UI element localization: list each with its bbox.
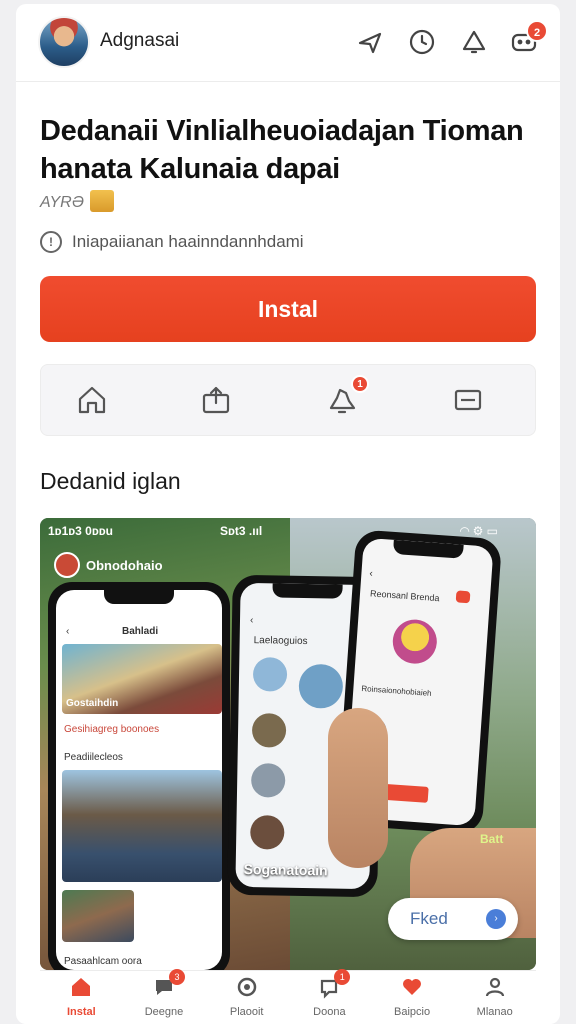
contact-avatar (251, 713, 287, 748)
feed-label: Fked (410, 909, 448, 928)
right-badge: Batt (480, 832, 504, 846)
nav-label: Baipcio (393, 1006, 431, 1018)
profile-photo (391, 618, 439, 666)
action-button (383, 783, 429, 803)
nav-label: Plaooit (229, 1006, 264, 1018)
left-section: Peadiilecleos (64, 752, 123, 763)
screenshot-preview[interactable]: 1ᴅ1ᴅ3 0ᴅᴅu Sᴅt3 .ııl ◠ ⚙ ▭ Obnodohaio ‹ … (40, 518, 536, 970)
phone-left-screen: ‹ Bahladi Gostaihdin Gesihiagreg boonoes… (56, 590, 222, 970)
group-photo (62, 770, 222, 882)
contact-avatar (298, 663, 344, 709)
right-item: Roinsaionohobiaieh (361, 684, 432, 698)
back-icon: ‹ (66, 626, 70, 637)
status-bar-mid: Sᴅt3 .ııl (220, 524, 263, 538)
info-row: ! Iniapaiianan haainndannhdami (40, 230, 304, 254)
status-bar-left: 1ᴅ1ᴅ3 0ᴅᴅu (48, 524, 113, 538)
home-icon[interactable] (75, 383, 109, 417)
left-footer: Pasaahlcam oora (64, 956, 142, 967)
info-icon: ! (40, 231, 62, 253)
mid-tab: Laelaoguios (253, 635, 308, 648)
info-text: Iniapaiianan haainndannhdami (72, 232, 304, 251)
nav-item-chat[interactable]: 3 Deegne (123, 969, 206, 1024)
left-header: Bahladi (122, 626, 159, 637)
notch (392, 539, 464, 559)
left-caption1: Gostaihdin (66, 698, 119, 709)
account-name: Obnodohaio (86, 558, 163, 573)
app-meta: AYRƏ (40, 194, 85, 211)
section-title: Dedanid iglan (40, 468, 181, 494)
left-caption2: Gesihiagreg boonoes (64, 724, 160, 735)
contact-avatar (250, 763, 286, 798)
nav-item-profile[interactable]: Mlanao (453, 971, 536, 1024)
clock-icon[interactable] (408, 28, 436, 56)
wifi-icon: ◠ ⚙ ▭ (460, 524, 498, 538)
arrow-icon: › (486, 909, 506, 929)
street-photo (62, 890, 134, 942)
nav-label: Doona (313, 1006, 346, 1018)
tag-badge (455, 590, 471, 604)
share-icon[interactable] (356, 28, 384, 56)
top-bar: Adgnasai 2 (16, 4, 560, 82)
feed-button[interactable]: Fked › (388, 898, 518, 940)
notch (272, 583, 343, 599)
right-header: Reonsanl Brenda (369, 588, 440, 604)
app-title: Dedanaii Vinlialheuoiadajan Tioman hanat… (40, 115, 524, 185)
notification-badge: 2 (526, 20, 548, 42)
action-row: 1 (40, 364, 536, 436)
nav-item-install[interactable]: Instal (40, 971, 123, 1024)
contact-avatar (250, 815, 285, 850)
folder-icon (90, 190, 114, 212)
mid-label: Soganatoain (243, 860, 328, 879)
bottom-nav: Instal 3 Deegne Plaooit 1 Doona Baipcio … (40, 969, 536, 1024)
profile-icon (485, 977, 504, 997)
nav-item-explore[interactable]: Plaooit (205, 971, 288, 1024)
nav-badge: 1 (334, 969, 351, 985)
hand (328, 708, 388, 868)
notch (104, 590, 174, 604)
share-box-icon[interactable] (199, 383, 233, 417)
back-icon: ‹ (249, 615, 254, 627)
nav-item-favorites[interactable]: Baipcio (371, 971, 454, 1024)
action-badge: 1 (351, 375, 369, 393)
nav-label: Instal (66, 1006, 96, 1018)
phone-left: ‹ Bahladi Gostaihdin Gesihiagreg boonoes… (48, 582, 230, 970)
nav-item-messages[interactable]: 1 Doona (288, 969, 371, 1024)
heart-icon (403, 979, 422, 995)
app-card: Adgnasai 2 Dedanaii Vinlialheuoiadajan T… (16, 4, 560, 1024)
compass-icon (237, 977, 256, 997)
home-icon (72, 978, 91, 996)
contact-avatar (252, 657, 288, 692)
username: Adgnasai (100, 30, 180, 51)
bell-icon[interactable] (460, 28, 488, 56)
nav-label: Mlanao (476, 1006, 513, 1018)
avatar[interactable] (38, 16, 90, 68)
install-button[interactable]: Instal (40, 276, 536, 342)
nav-badge: 3 (168, 969, 185, 985)
nav-label: Deegne (144, 1006, 184, 1018)
account-avatar (54, 552, 80, 578)
card-icon[interactable] (451, 383, 485, 417)
back-icon: ‹ (369, 568, 374, 580)
